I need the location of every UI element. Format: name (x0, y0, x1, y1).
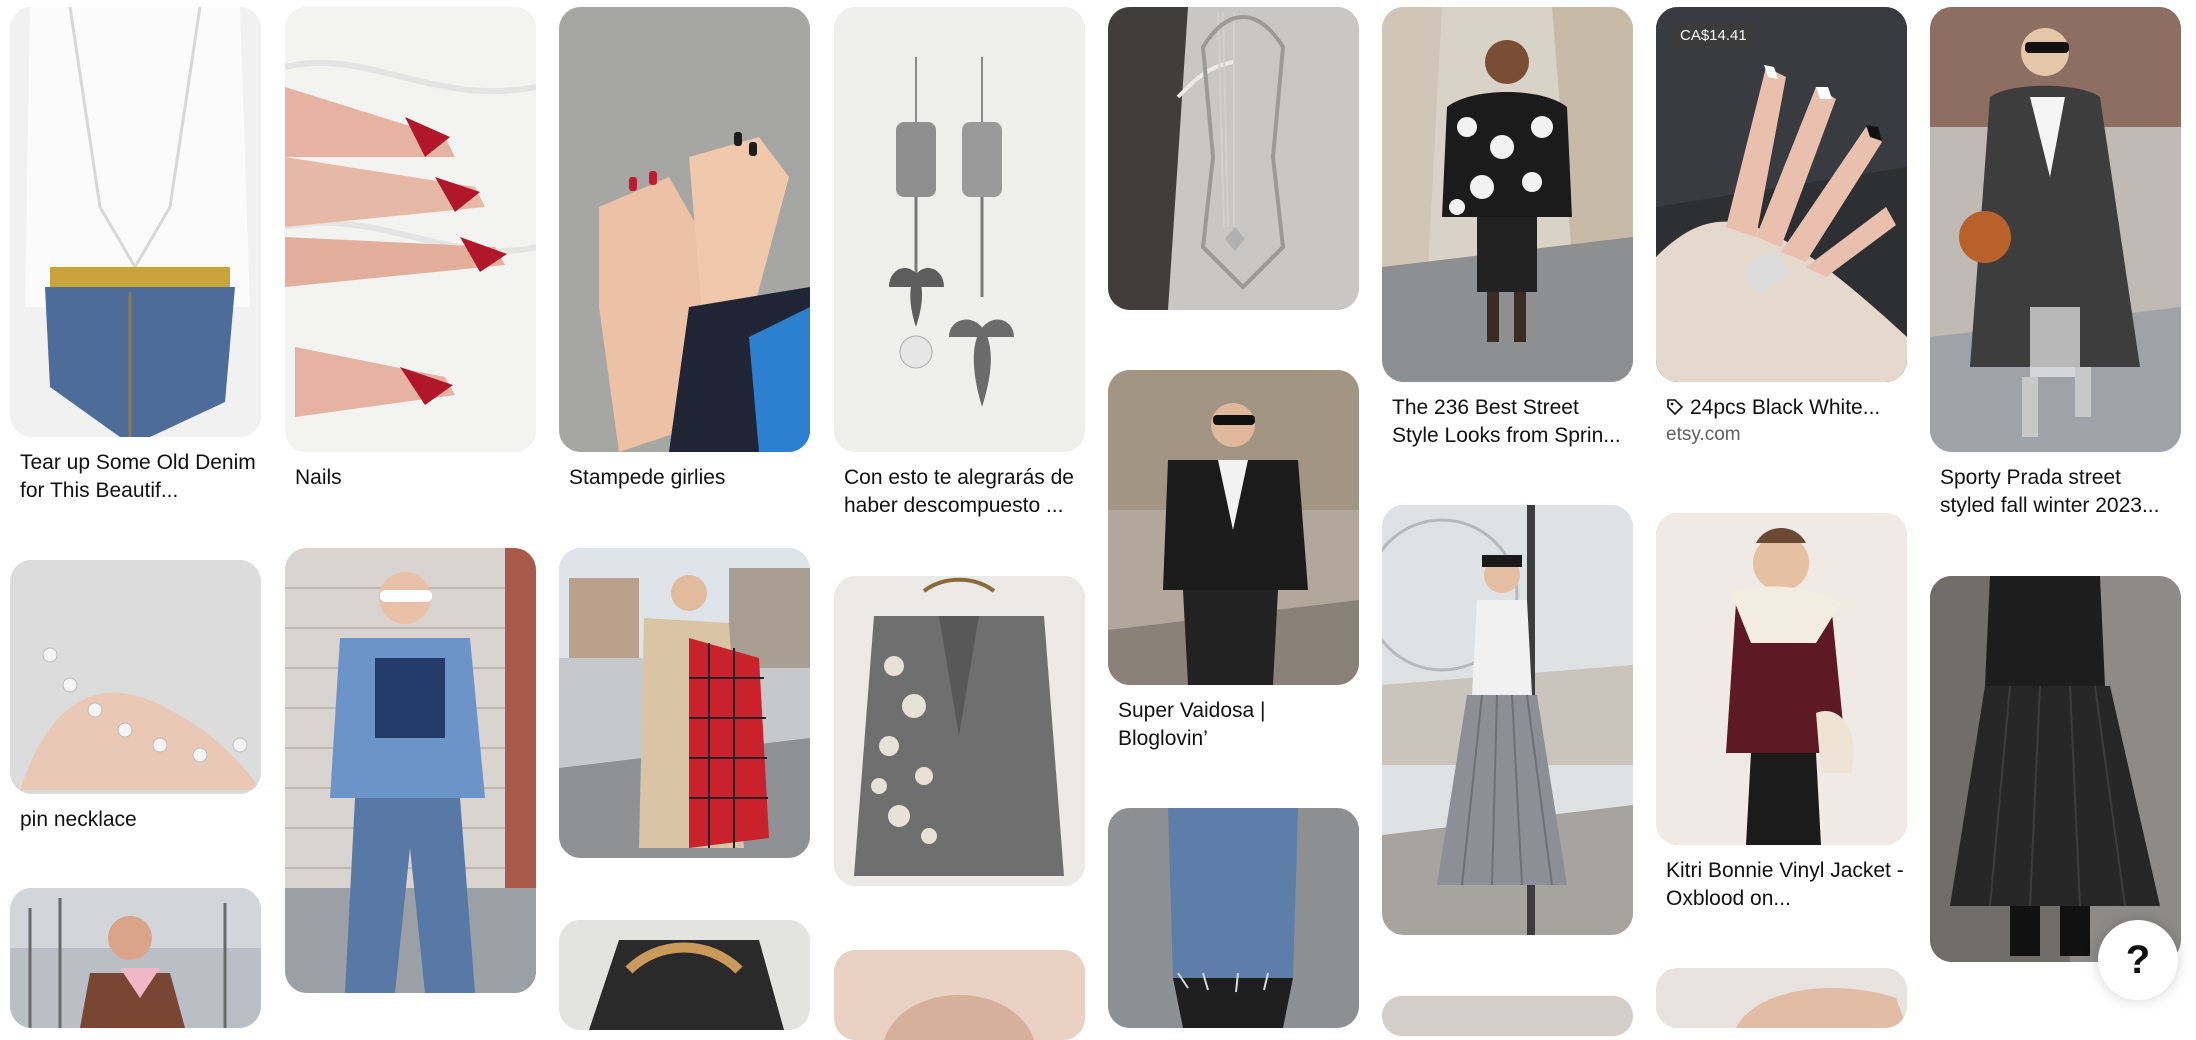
pin-image[interactable] (834, 7, 1085, 452)
pin-card[interactable] (834, 576, 1085, 886)
pin-card[interactable] (1108, 7, 1359, 310)
pin-image[interactable]: CA$14.41 (1656, 7, 1907, 382)
pin-image[interactable] (1108, 370, 1359, 685)
pin-card[interactable] (559, 548, 810, 858)
pin-title: Nails (295, 466, 342, 489)
pin-card[interactable] (559, 920, 810, 1030)
pin-image[interactable] (1382, 505, 1633, 935)
pin-image[interactable] (559, 7, 810, 452)
pin-title: Sporty Prada street styled fall winter 2… (1940, 466, 2160, 517)
pin-image[interactable] (1930, 7, 2181, 452)
pin-title: Stampede girlies (569, 466, 726, 489)
pin-card[interactable]: Nails (285, 7, 536, 492)
pin-image[interactable] (1656, 513, 1907, 845)
pin-card[interactable] (1382, 505, 1633, 935)
pin-title: pin necklace (20, 808, 137, 831)
pin-title: 24pcs Black White... (1666, 394, 1904, 422)
pin-card[interactable] (1382, 996, 1633, 1036)
pin-image[interactable] (10, 888, 261, 1028)
pin-card[interactable]: The 236 Best Street Style Looks from Spr… (1382, 7, 1633, 450)
pin-card[interactable] (834, 950, 1085, 1040)
pin-image[interactable] (1382, 996, 1633, 1036)
pin-card[interactable] (10, 888, 261, 1028)
pin-image[interactable] (285, 7, 536, 452)
pin-image[interactable] (1382, 7, 1633, 382)
pin-image[interactable] (1930, 576, 2181, 962)
pin-image[interactable] (559, 548, 810, 858)
pin-title: Tear up Some Old Denim for This Beautif.… (20, 451, 256, 502)
pin-title: Kitri Bonnie Vinyl Jacket - Oxblood on..… (1666, 859, 1904, 910)
pin-title: The 236 Best Street Style Looks from Spr… (1392, 396, 1621, 447)
pin-source[interactable]: etsy.com (1666, 422, 1907, 448)
pin-card[interactable]: Stampede girlies (559, 7, 810, 492)
pin-title: Con esto te alegrarás de haber descompue… (844, 466, 1074, 517)
price-badge: CA$14.41 (1670, 21, 1757, 50)
help-button[interactable]: ? (2098, 920, 2178, 1000)
pin-card[interactable] (1930, 576, 2181, 962)
pin-image[interactable] (1656, 968, 1907, 1028)
pin-card[interactable]: Sporty Prada street styled fall winter 2… (1930, 7, 2181, 520)
pin-card[interactable]: Con esto te alegrarás de haber descompue… (834, 7, 1085, 520)
pin-image[interactable] (834, 576, 1085, 886)
pin-card[interactable]: Kitri Bonnie Vinyl Jacket - Oxblood on..… (1656, 513, 1907, 913)
pin-card[interactable]: Super Vaidosa | Bloglovin’ (1108, 370, 1359, 753)
pin-image[interactable] (10, 560, 261, 794)
pin-card[interactable]: Tear up Some Old Denim for This Beautif.… (10, 7, 261, 505)
pin-image[interactable] (834, 950, 1085, 1040)
pin-card[interactable] (1656, 968, 1907, 1028)
pin-card[interactable]: CA$14.41 24pcs Black White... etsy.com (1656, 7, 1907, 448)
pin-image[interactable] (1108, 7, 1359, 310)
pin-title-text: 24pcs Black White... (1690, 396, 1881, 419)
pin-card[interactable] (1108, 808, 1359, 1028)
pin-image[interactable] (559, 920, 810, 1030)
pin-image[interactable] (10, 7, 261, 437)
pin-title: Super Vaidosa | Bloglovin’ (1118, 699, 1266, 750)
pin-card[interactable] (285, 548, 536, 993)
pin-card[interactable]: pin necklace (10, 560, 261, 834)
pin-image[interactable] (1108, 808, 1359, 1028)
pin-image[interactable] (285, 548, 536, 993)
tag-icon (1666, 396, 1684, 416)
